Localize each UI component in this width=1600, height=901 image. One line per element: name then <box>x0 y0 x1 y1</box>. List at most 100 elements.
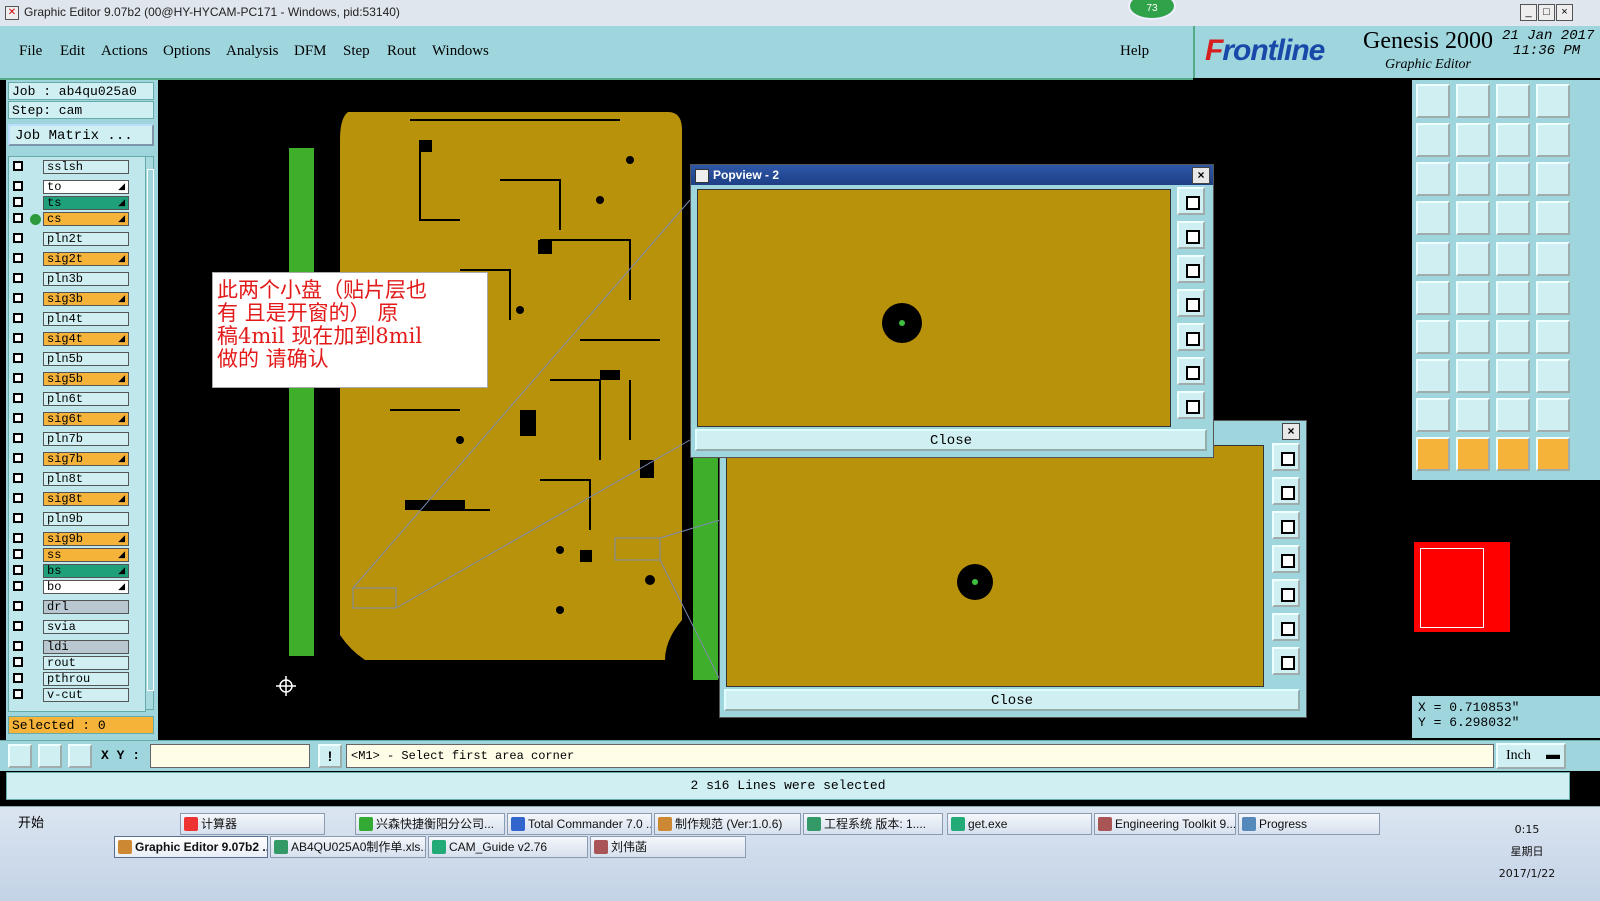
layer-row-v-cut[interactable]: v-cut <box>9 687 145 703</box>
snap-grid-icon[interactable] <box>68 744 92 768</box>
taskbar-item[interactable]: Progress <box>1238 813 1380 835</box>
layer-checkbox[interactable] <box>13 253 23 263</box>
layer-checkbox[interactable] <box>13 621 23 631</box>
overview-minimap[interactable] <box>1412 480 1600 694</box>
layer-row-cs[interactable]: cs ◢ <box>9 211 145 227</box>
layer-checkbox[interactable] <box>13 413 23 423</box>
layer-row-drl[interactable]: drl <box>9 599 145 615</box>
layer-row-ts[interactable]: ts ◢ <box>9 195 145 211</box>
layer-row-sig2t[interactable]: sig2t ◢ <box>9 251 145 267</box>
triangle-icon[interactable] <box>1416 398 1450 432</box>
layer-name[interactable]: sig6t ◢ <box>43 412 129 426</box>
layer-row-sslsh[interactable]: sslsh <box>9 159 145 175</box>
popview-front-close-x[interactable]: × <box>1192 167 1210 184</box>
layer-name[interactable]: pthrou <box>43 672 129 686</box>
layer-checkbox[interactable] <box>13 393 23 403</box>
stretch-icon[interactable] <box>1496 359 1530 393</box>
layer-name[interactable]: bo ◢ <box>43 580 129 594</box>
taskbar-item[interactable]: CAM_Guide v2.76 <box>428 836 588 858</box>
layer-checkbox[interactable] <box>13 657 23 667</box>
zoom-fit-icon[interactable] <box>1416 162 1450 196</box>
align-icon[interactable] <box>1536 320 1570 354</box>
layer-checkbox[interactable] <box>13 161 23 171</box>
measure-icon[interactable] <box>1416 201 1450 235</box>
layer-name[interactable]: sig7b ◢ <box>43 452 129 466</box>
layer-checkbox[interactable] <box>13 273 23 283</box>
delete-cross-icon[interactable] <box>1456 281 1490 315</box>
layer-checkbox[interactable] <box>13 641 23 651</box>
layer-name[interactable]: sig4t ◢ <box>43 332 129 346</box>
layer-name[interactable]: sig8t ◢ <box>43 492 129 506</box>
pan-up-icon[interactable] <box>1272 477 1300 505</box>
layer-row-sig7b[interactable]: sig7b ◢ <box>9 451 145 467</box>
popview-front-close-button[interactable]: Close <box>695 429 1207 451</box>
layer-name[interactable]: ts ◢ <box>43 196 129 210</box>
taskbar-item[interactable]: 计算器 <box>180 813 325 835</box>
view-home-icon[interactable] <box>1416 84 1450 118</box>
layer-checkbox[interactable] <box>13 373 23 383</box>
popview-back-close-button[interactable]: Close <box>724 689 1300 711</box>
layer-row-ldi[interactable]: ldi <box>9 639 145 655</box>
netlist-icon[interactable] <box>1496 201 1530 235</box>
layer-name[interactable]: pln9b <box>43 512 129 526</box>
layer-name[interactable]: sig9b ◢ <box>43 532 129 546</box>
minimize-button[interactable]: _ <box>1520 4 1537 21</box>
menu-windows[interactable]: Windows <box>432 43 489 60</box>
layer-name[interactable]: sig3b ◢ <box>43 292 129 306</box>
view-house-icon[interactable] <box>1496 84 1530 118</box>
layer-name[interactable]: pln5b <box>43 352 129 366</box>
layer-row-to[interactable]: to ◢ <box>9 179 145 195</box>
layer-row-pln4t[interactable]: pln4t <box>9 311 145 327</box>
layer-row-ss[interactable]: ss ◢ <box>9 547 145 563</box>
layer-name[interactable]: sig2t ◢ <box>43 252 129 266</box>
netlist-alt-icon[interactable] <box>1536 201 1570 235</box>
zoom-in-icon[interactable] <box>1272 613 1300 641</box>
taskbar-item[interactable]: 制作规范 (Ver:1.0.6) <box>654 813 801 835</box>
layer-name[interactable]: pln2t <box>43 232 129 246</box>
layer-checkbox[interactable] <box>13 513 23 523</box>
layer-checkbox[interactable] <box>13 293 23 303</box>
start-button[interactable]: 开始 <box>0 813 52 835</box>
zoom-home-icon[interactable] <box>1177 187 1205 215</box>
layer-checkbox[interactable] <box>13 601 23 611</box>
pointer-shape-icon[interactable] <box>1496 437 1530 471</box>
layer-row-sig3b[interactable]: sig3b ◢ <box>9 291 145 307</box>
angle-line-icon[interactable] <box>1416 320 1450 354</box>
layer-name[interactable]: sslsh <box>43 160 129 174</box>
layer-row-pln2t[interactable]: pln2t <box>9 231 145 247</box>
layer-row-pln8t[interactable]: pln8t <box>9 471 145 487</box>
layer-checkbox[interactable] <box>13 673 23 683</box>
dot-select-icon[interactable] <box>1536 242 1570 276</box>
layer-row-pln7b[interactable]: pln7b <box>9 431 145 447</box>
layer-name[interactable]: pln6t <box>43 392 129 406</box>
layer-name[interactable]: svia <box>43 620 129 634</box>
warning-button[interactable]: ! <box>318 744 342 768</box>
snap-center-icon[interactable] <box>1456 201 1490 235</box>
group-icon[interactable] <box>1536 359 1570 393</box>
snap-line-icon[interactable] <box>8 744 32 768</box>
layer-row-sig5b[interactable]: sig5b ◢ <box>9 371 145 387</box>
menu-actions[interactable]: Actions <box>101 43 148 60</box>
layer-row-pthrou[interactable]: pthrou <box>9 671 145 687</box>
menu-analysis[interactable]: Analysis <box>226 43 279 60</box>
layer-row-pln5b[interactable]: pln5b <box>9 351 145 367</box>
layer-row-rout[interactable]: rout <box>9 655 145 671</box>
taskbar-item[interactable]: 刘伟菡 <box>590 836 746 858</box>
triangle-a-icon[interactable] <box>1496 398 1530 432</box>
pan-left-icon[interactable] <box>1177 289 1205 317</box>
menu-options[interactable]: Options <box>163 43 211 60</box>
view-right-icon[interactable] <box>1456 123 1490 157</box>
layer-name[interactable]: rout <box>43 656 129 670</box>
close-window-button[interactable]: × <box>1556 4 1573 21</box>
pointer-box-icon[interactable] <box>1456 437 1490 471</box>
layer-row-sig4t[interactable]: sig4t ◢ <box>9 331 145 347</box>
ruler-icon[interactable] <box>1496 242 1530 276</box>
taskbar-item-active[interactable]: Graphic Editor 9.07b2 ... <box>114 836 268 858</box>
view-left-icon[interactable] <box>1416 123 1450 157</box>
layer-checkbox[interactable] <box>13 581 23 591</box>
view-down-icon[interactable] <box>1456 84 1490 118</box>
taskbar-item[interactable]: Engineering Toolkit 9.... <box>1094 813 1236 835</box>
zoom-1to2-icon[interactable] <box>1496 162 1530 196</box>
units-select[interactable]: Inch ▬ <box>1496 743 1566 769</box>
arc-icon[interactable] <box>1496 320 1530 354</box>
